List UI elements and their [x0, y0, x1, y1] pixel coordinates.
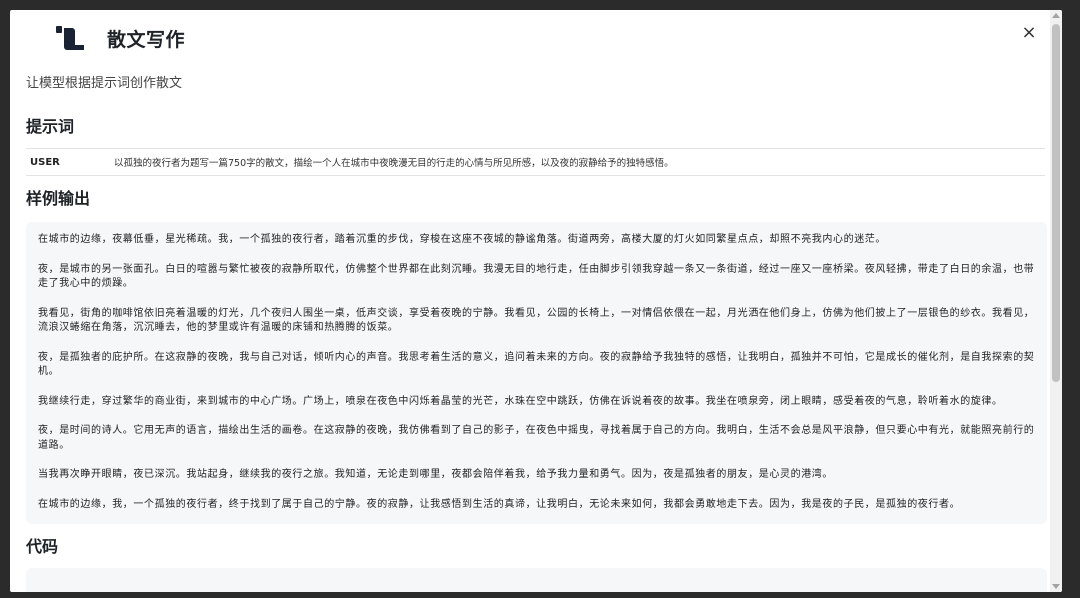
prompt-role-label: USER [30, 156, 60, 168]
sample-paragraph: 我看见，街角的咖啡馆依旧亮着温暖的灯光，几个夜归人围坐一桌，低声交谈，享受着夜晚… [38, 307, 1035, 334]
dialog-title: 散文写作 [107, 29, 186, 51]
dialog-scroll-area[interactable]: 散文写作 × 让模型根据提示词创作散文 提示词 USER 以孤独的夜行者为题写一… [10, 10, 1062, 592]
sample-paragraph: 在城市的边缘，我，一个孤独的夜行者，终于找到了属于自己的宁静。夜的寂静，让我感悟… [38, 498, 961, 510]
brand-logo-icon [56, 26, 84, 50]
scroll-up-arrow-icon[interactable] [1052, 13, 1060, 18]
vertical-scrollbar[interactable] [1050, 10, 1062, 592]
sample-paragraph: 在城市的边缘，夜幕低垂，星光稀疏。我，一个孤独的夜行者，踏着沉重的步伐，穿梭在这… [38, 234, 886, 245]
scrollbar-thumb[interactable] [1052, 24, 1060, 382]
prompt-row: USER 以孤独的夜行者为题写一篇750字的散文，描绘一个人在城市中夜晚漫无目的… [26, 148, 1045, 176]
sample-paragraph: 我继续行走，穿过繁华的商业街，来到城市的中心广场。广场上，喷泉在夜色中闪烁着晶莹… [38, 395, 1003, 407]
sample-paragraph: 当我再次睁开眼睛，夜已深沉。我站起身，继续我的夜行之旅。我知道，无论走到哪里，夜… [38, 469, 833, 480]
sample-output-heading: 样例输出 [26, 189, 91, 208]
code-box [26, 568, 1047, 592]
sample-paragraph: 夜，是城市的另一张面孔。白日的喧嚣与繁忙被夜的寂静所取代，仿佛整个世界都在此刻沉… [38, 263, 1035, 290]
sample-paragraph: 夜，是孤独者的庇护所。在这寂静的夜晚，我与自己对话，倾听内心的声音。我思考着生活… [38, 351, 1035, 378]
sample-paragraph: 夜，是时间的诗人。它用无声的语言，描绘出生活的画卷。在这寂静的夜晚，我仿佛看到了… [38, 425, 1035, 451]
prompt-heading: 提示词 [26, 117, 75, 136]
prompt-detail-dialog: 散文写作 × 让模型根据提示词创作散文 提示词 USER 以孤独的夜行者为题写一… [10, 10, 1062, 592]
scroll-down-arrow-icon[interactable] [1052, 584, 1060, 589]
dialog-header: 散文写作 × [26, 10, 1046, 66]
code-heading: 代码 [26, 537, 59, 556]
close-icon[interactable]: × [1018, 22, 1040, 44]
sample-output-box: 在城市的边缘，夜幕低垂，星光稀疏。我，一个孤独的夜行者，踏着沉重的步伐，穿梭在这… [26, 222, 1047, 524]
dialog-description: 让模型根据提示词创作散文 [26, 76, 183, 91]
prompt-content: 以孤独的夜行者为题写一篇750字的散文，描绘一个人在城市中夜晚漫无目的行走的心情… [114, 158, 674, 169]
